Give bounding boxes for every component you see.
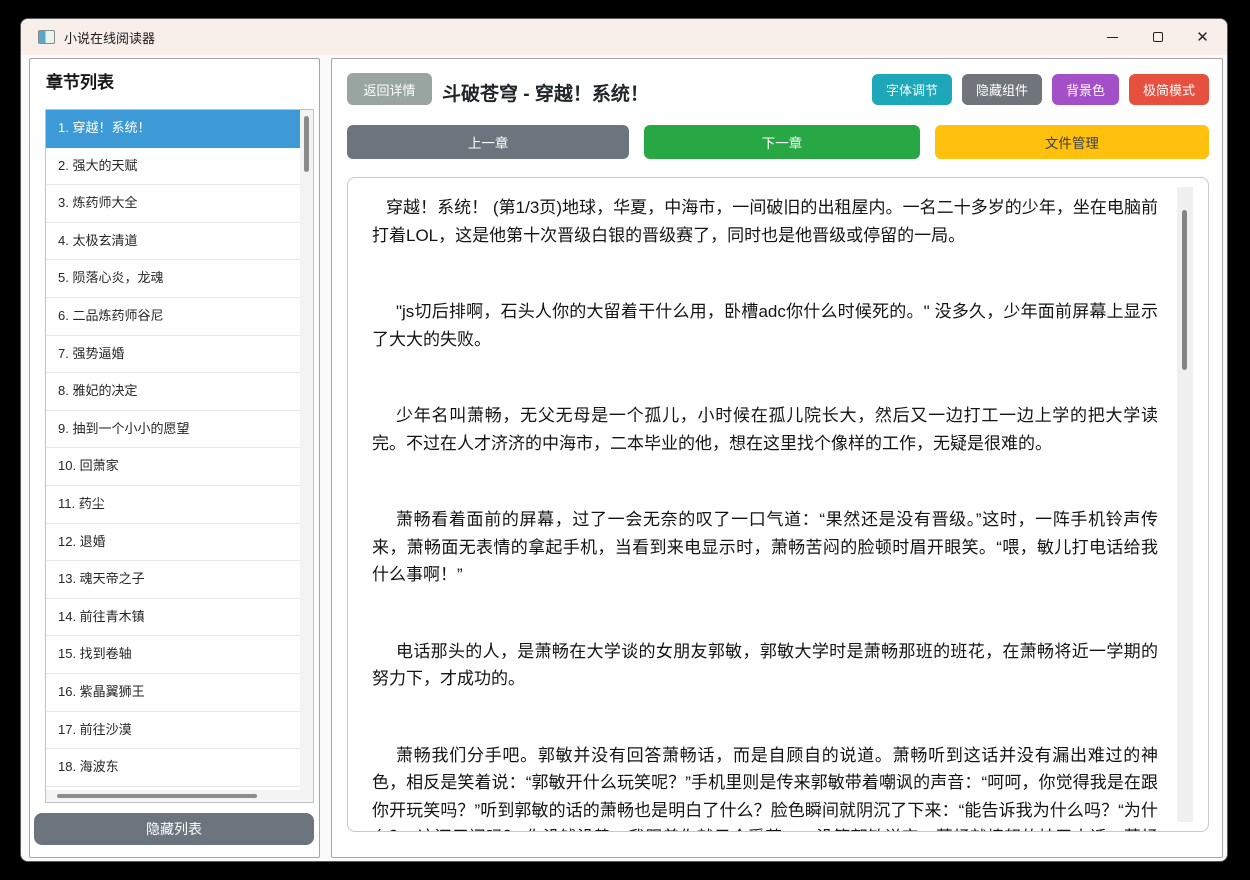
- reader-vertical-scrollbar[interactable]: [1177, 187, 1193, 822]
- chapter-nav: 上一章 下一章 文件管理: [347, 125, 1210, 159]
- chapter-item[interactable]: 18. 海波东: [46, 749, 300, 787]
- chapter-item[interactable]: 17. 前往沙漠: [46, 711, 300, 750]
- reader-toolbar: 字体调节 隐藏组件 背景色 极简模式: [871, 74, 1209, 105]
- screen-background: 小说在线阅读器 ✕ 章节列表 1. 穿越！系统！ 2. 强大的天赋 3. 炼药师大全…: [0, 0, 1250, 880]
- minimize-button[interactable]: [1090, 19, 1135, 55]
- maximize-button[interactable]: [1135, 19, 1180, 55]
- chapter-list: 1. 穿越！系统！ 2. 强大的天赋 3. 炼药师大全 4. 太极玄清道 5. 陨落心炎…: [45, 109, 314, 803]
- chapter-item[interactable]: 2. 强大的天赋: [46, 147, 300, 186]
- chapter-sidebar: 章节列表 1. 穿越！系统！ 2. 强大的天赋 3. 炼药师大全 4. 太极玄清道 5.…: [29, 58, 320, 858]
- reader-paragraph: 穿越！系统！ (第1/3页)地球，华夏，中海市，一间破旧的出租屋内。一名二十多岁…: [372, 198, 1158, 245]
- chapter-item[interactable]: 16. 紫晶翼狮王: [46, 673, 300, 712]
- minimize-icon: [1107, 36, 1118, 38]
- scrollbar-corner: [300, 790, 313, 802]
- app-window: 小说在线阅读器 ✕ 章节列表 1. 穿越！系统！ 2. 强大的天赋 3. 炼药师大全…: [20, 18, 1228, 862]
- back-to-details-button[interactable]: 返回详情: [347, 73, 432, 105]
- chapter-list-horizontal-scrollbar[interactable]: [46, 790, 300, 802]
- hide-widgets-button[interactable]: 隐藏组件: [961, 74, 1042, 105]
- chapter-item[interactable]: 5. 陨落心炎，龙魂: [46, 260, 300, 298]
- reader-paragraph: 萧畅看着面前的屏幕，过了一会无奈的叹了一口气道：“果然还是没有晋级。”这时，一阵…: [372, 510, 1158, 585]
- horizontal-scrollbar-thumb[interactable]: [57, 794, 257, 798]
- chapter-item[interactable]: 15. 找到卷轴: [46, 636, 300, 674]
- background-color-button[interactable]: 背景色: [1051, 74, 1119, 105]
- prev-chapter-button[interactable]: 上一章: [347, 125, 630, 159]
- font-adjust-button[interactable]: 字体调节: [871, 74, 952, 105]
- app-body: 章节列表 1. 穿越！系统！ 2. 强大的天赋 3. 炼药师大全 4. 太极玄清道 5.…: [21, 55, 1227, 861]
- chapter-item[interactable]: 9. 抽到一个小小的愿望: [46, 410, 300, 449]
- window-title: 小说在线阅读器: [64, 30, 156, 46]
- reader-content: 穿越！系统！ (第1/3页)地球，华夏，中海市，一间破旧的出租屋内。一名二十多岁…: [372, 194, 1158, 831]
- hide-list-button[interactable]: 隐藏列表: [34, 813, 314, 845]
- chapter-item[interactable]: 12. 退婚: [46, 523, 300, 562]
- chapter-item[interactable]: 11. 药尘: [46, 485, 300, 524]
- sidebar-title: 章节列表: [46, 73, 114, 92]
- chapter-item[interactable]: 6. 二品炼药师谷尼: [46, 297, 300, 336]
- chapter-item[interactable]: 10. 回萧家: [46, 448, 300, 486]
- app-icon: [38, 30, 55, 44]
- chapter-item[interactable]: 1. 穿越！系统！: [46, 110, 300, 148]
- file-manager-button[interactable]: 文件管理: [934, 125, 1210, 159]
- chapter-list-items: 1. 穿越！系统！ 2. 强大的天赋 3. 炼药师大全 4. 太极玄清道 5. 陨落心炎…: [46, 110, 300, 790]
- chapter-title: 斗破苍穹 - 穿越！系统！: [442, 84, 649, 105]
- titlebar: 小说在线阅读器 ✕: [21, 19, 1227, 55]
- reader-panel: 返回详情 斗破苍穹 - 穿越！系统！ 字体调节 隐藏组件 背景色 极简模式 上一…: [331, 58, 1223, 858]
- chapter-item[interactable]: 7. 强势逼婚: [46, 335, 300, 374]
- minimal-mode-button[interactable]: 极简模式: [1128, 74, 1209, 105]
- chapter-item[interactable]: 4. 太极玄清道: [46, 222, 300, 261]
- reader-paragraph: 电话那头的人，是萧畅在大学谈的女朋友郭敏，郭敏大学时是萧畅那班的班花，在萧畅将近…: [372, 641, 1158, 689]
- reader-paragraph: 萧畅我们分手吧。郭敏并没有回答萧畅话，而是自顾自的说道。萧畅听到这话并没有漏出难…: [372, 745, 1158, 831]
- reader-paragraph: 少年名叫萧畅，无父无母是一个孤儿，小时候在孤儿院长大，然后又一边打工一边上学的把…: [372, 406, 1158, 453]
- chapter-item[interactable]: 14. 前往青木镇: [46, 598, 300, 637]
- maximize-icon: [1152, 32, 1163, 42]
- chapter-item[interactable]: 13. 魂天帝之子: [46, 561, 300, 599]
- reader-scrollbar-thumb[interactable]: [1182, 210, 1187, 370]
- reader-text-area: 穿越！系统！ (第1/3页)地球，华夏，中海市，一间破旧的出租屋内。一名二十多岁…: [347, 177, 1209, 832]
- window-controls: ✕: [1090, 19, 1225, 55]
- reader-paragraph: "js切后排啊，石头人你的大留着干什么用，卧槽adc你什么时候死的。" 没多久，…: [372, 302, 1158, 349]
- next-chapter-button[interactable]: 下一章: [644, 125, 920, 159]
- chapter-list-vertical-scrollbar[interactable]: [300, 110, 313, 790]
- chapter-item[interactable]: 8. 雅妃的决定: [46, 373, 300, 411]
- close-button[interactable]: ✕: [1180, 19, 1225, 55]
- chapter-item[interactable]: 3. 炼药师大全: [46, 185, 300, 223]
- vertical-scrollbar-thumb[interactable]: [304, 116, 309, 172]
